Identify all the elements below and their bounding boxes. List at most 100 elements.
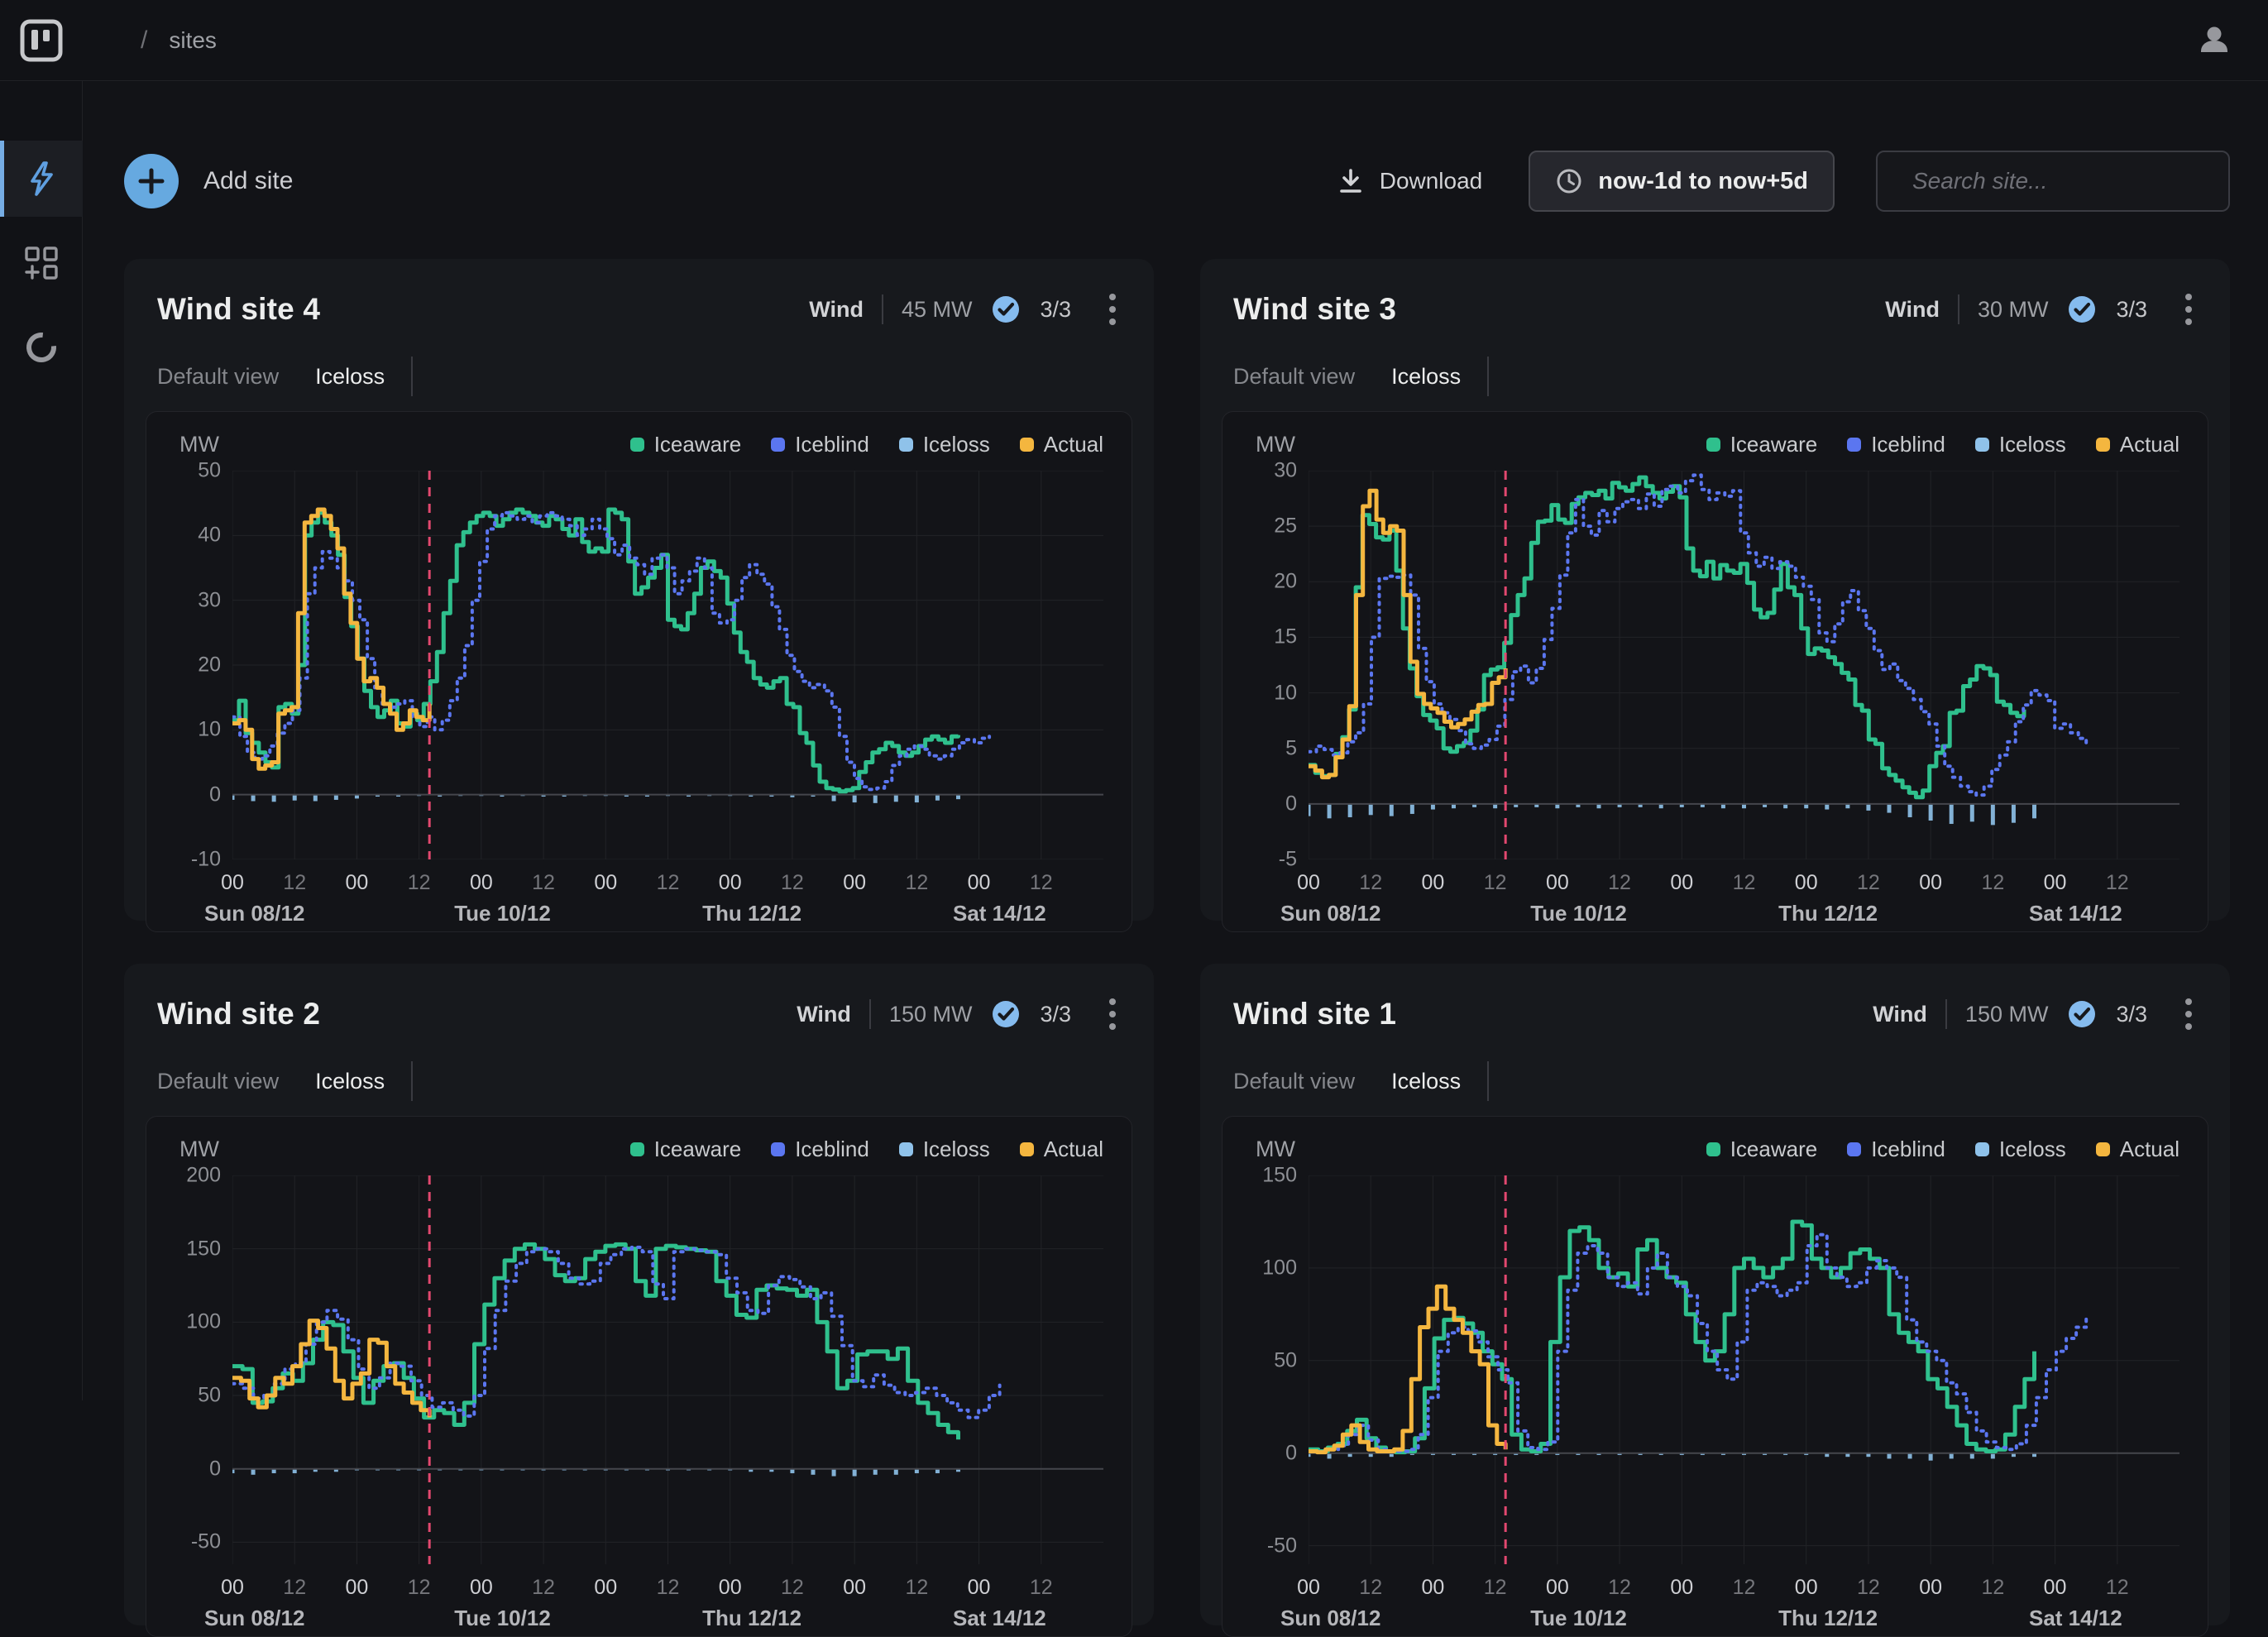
legend-swatch-iceaware bbox=[630, 438, 644, 452]
legend-iceloss[interactable]: Iceloss bbox=[1975, 432, 2066, 457]
legend-iceblind[interactable]: Iceblind bbox=[1847, 1137, 1945, 1162]
y-tick-label: -5 bbox=[1246, 848, 1297, 872]
x-tick-label: 12 bbox=[657, 1576, 680, 1600]
chart-plot-area[interactable]: 150100500-50 bbox=[1309, 1175, 2179, 1564]
y-tick-label: 0 bbox=[1246, 792, 1297, 816]
x-tick-label: 12 bbox=[532, 871, 555, 895]
tab-iceloss[interactable]: Iceloss bbox=[315, 1069, 385, 1094]
time-range-label: now-1d to now+5d bbox=[1598, 168, 1808, 195]
legend-iceloss[interactable]: Iceloss bbox=[1975, 1137, 2066, 1162]
x-tick-label: 12 bbox=[408, 871, 431, 895]
x-tick-label: 12 bbox=[1359, 1576, 1382, 1600]
chart-plot-area[interactable]: 50403020100-10 bbox=[232, 471, 1103, 859]
x-tick-label: 00 bbox=[2044, 1576, 2067, 1600]
y-tick-label: 200 bbox=[170, 1164, 221, 1188]
x-tick-label: 00 bbox=[1670, 1576, 1693, 1600]
add-site-button[interactable]: Add site bbox=[124, 154, 293, 208]
legend-swatch-iceloss bbox=[899, 438, 913, 452]
chart-legend: Iceaware Iceblind Iceloss Actual bbox=[630, 432, 1103, 457]
legend-iceaware[interactable]: Iceaware bbox=[630, 432, 742, 457]
tab-divider bbox=[411, 357, 413, 396]
y-tick-label: 30 bbox=[1246, 459, 1297, 483]
legend-iceaware[interactable]: Iceaware bbox=[1706, 1137, 1818, 1162]
legend-swatch-iceloss bbox=[899, 1142, 913, 1156]
tab-default-view[interactable]: Default view bbox=[157, 364, 279, 390]
y-tick-label: 150 bbox=[170, 1237, 221, 1261]
x-tick-label: 12 bbox=[657, 871, 680, 895]
legend-actual[interactable]: Actual bbox=[2096, 432, 2179, 457]
chart-plot-area[interactable]: 302520151050-5 bbox=[1309, 471, 2179, 859]
download-button[interactable]: Download bbox=[1337, 167, 1483, 195]
card-menu-button[interactable] bbox=[1104, 289, 1121, 330]
x-axis-ticks: 0012001200120012001200120012 bbox=[232, 1564, 1103, 1604]
x-tick-label: 00 bbox=[843, 1576, 866, 1600]
site-title: Wind site 1 bbox=[1233, 997, 1396, 1032]
legend-actual[interactable]: Actual bbox=[1020, 432, 1103, 457]
site-card: Wind site 4 Wind 45 MW 3/3 Default view … bbox=[124, 259, 1154, 921]
x-tick-label: 00 bbox=[1546, 871, 1569, 895]
legend-iceblind[interactable]: Iceblind bbox=[771, 432, 869, 457]
site-meta: Wind 30 MW 3/3 bbox=[1885, 289, 2197, 330]
check-circle-icon bbox=[2066, 294, 2098, 325]
sidebar-item-energy[interactable] bbox=[0, 141, 83, 217]
legend-iceaware[interactable]: Iceaware bbox=[1706, 432, 1818, 457]
search-input[interactable] bbox=[1912, 168, 2214, 194]
site-cards-grid: Wind site 4 Wind 45 MW 3/3 Default view … bbox=[83, 212, 2268, 1625]
search-box[interactable] bbox=[1876, 151, 2230, 212]
x-tick-label: 12 bbox=[1030, 1576, 1053, 1600]
app-logo-icon[interactable] bbox=[0, 19, 83, 62]
tab-iceloss[interactable]: Iceloss bbox=[315, 364, 385, 390]
y-tick-label: 50 bbox=[170, 1384, 221, 1408]
chart-plot-area[interactable]: 200150100500-50 bbox=[232, 1175, 1103, 1564]
plus-icon[interactable] bbox=[124, 154, 179, 208]
x-day-label: Thu 12/12 bbox=[1778, 901, 1878, 926]
sidebar-item-progress[interactable] bbox=[0, 309, 83, 385]
meta-divider bbox=[882, 294, 883, 324]
x-tick-label: 12 bbox=[1030, 871, 1053, 895]
y-tick-label: -50 bbox=[170, 1530, 221, 1554]
card-menu-button[interactable] bbox=[2180, 289, 2197, 330]
x-tick-label: 12 bbox=[1484, 1576, 1507, 1600]
site-type-label: Wind bbox=[797, 1002, 851, 1027]
x-day-label: Tue 10/12 bbox=[1530, 1606, 1627, 1631]
legend-iceblind[interactable]: Iceblind bbox=[771, 1137, 869, 1162]
x-day-label: Thu 12/12 bbox=[702, 901, 801, 926]
chart-panel: MW Iceaware Iceblind Iceloss Actual bbox=[1222, 1116, 2208, 1637]
x-tick-label: 00 bbox=[719, 871, 742, 895]
x-tick-label: 12 bbox=[2106, 1576, 2129, 1600]
legend-actual[interactable]: Actual bbox=[2096, 1137, 2179, 1162]
legend-iceloss[interactable]: Iceloss bbox=[899, 432, 990, 457]
tab-default-view[interactable]: Default view bbox=[1233, 1069, 1355, 1094]
x-tick-label: 00 bbox=[221, 1576, 244, 1600]
legend-iceloss[interactable]: Iceloss bbox=[899, 1137, 990, 1162]
legend-actual[interactable]: Actual bbox=[1020, 1137, 1103, 1162]
breadcrumb-separator: / bbox=[141, 26, 147, 55]
user-avatar-icon[interactable] bbox=[2195, 22, 2233, 60]
view-tabs: Default view Iceloss bbox=[1200, 1035, 2230, 1099]
tab-divider bbox=[411, 1061, 413, 1101]
toolbar: Add site Download now-1d to now+5d bbox=[124, 151, 2230, 212]
x-tick-label: 12 bbox=[1981, 1576, 2004, 1600]
y-tick-label: 15 bbox=[1246, 625, 1297, 649]
x-day-label: Sun 08/12 bbox=[204, 901, 304, 926]
x-tick-label: 12 bbox=[408, 1576, 431, 1600]
tab-default-view[interactable]: Default view bbox=[157, 1069, 279, 1094]
tab-iceloss[interactable]: Iceloss bbox=[1391, 364, 1461, 390]
legend-swatch-actual bbox=[1020, 438, 1034, 452]
card-menu-button[interactable] bbox=[1104, 993, 1121, 1035]
tab-default-view[interactable]: Default view bbox=[1233, 364, 1355, 390]
legend-iceblind[interactable]: Iceblind bbox=[1847, 432, 1945, 457]
x-axis-ticks: 0012001200120012001200120012 bbox=[232, 859, 1103, 899]
view-tabs: Default view Iceloss bbox=[124, 1035, 1154, 1099]
sidebar-item-apps[interactable] bbox=[0, 225, 83, 301]
legend-iceaware[interactable]: Iceaware bbox=[630, 1137, 742, 1162]
status-count: 3/3 bbox=[2116, 297, 2147, 323]
tab-iceloss[interactable]: Iceloss bbox=[1391, 1069, 1461, 1094]
y-tick-label: 0 bbox=[1246, 1441, 1297, 1465]
card-menu-button[interactable] bbox=[2180, 993, 2197, 1035]
x-tick-label: 12 bbox=[283, 1576, 306, 1600]
view-tabs: Default view Iceloss bbox=[124, 330, 1154, 395]
breadcrumb[interactable]: sites bbox=[169, 27, 217, 54]
x-day-label: Sat 14/12 bbox=[953, 901, 1046, 926]
time-range-button[interactable]: now-1d to now+5d bbox=[1529, 151, 1835, 212]
